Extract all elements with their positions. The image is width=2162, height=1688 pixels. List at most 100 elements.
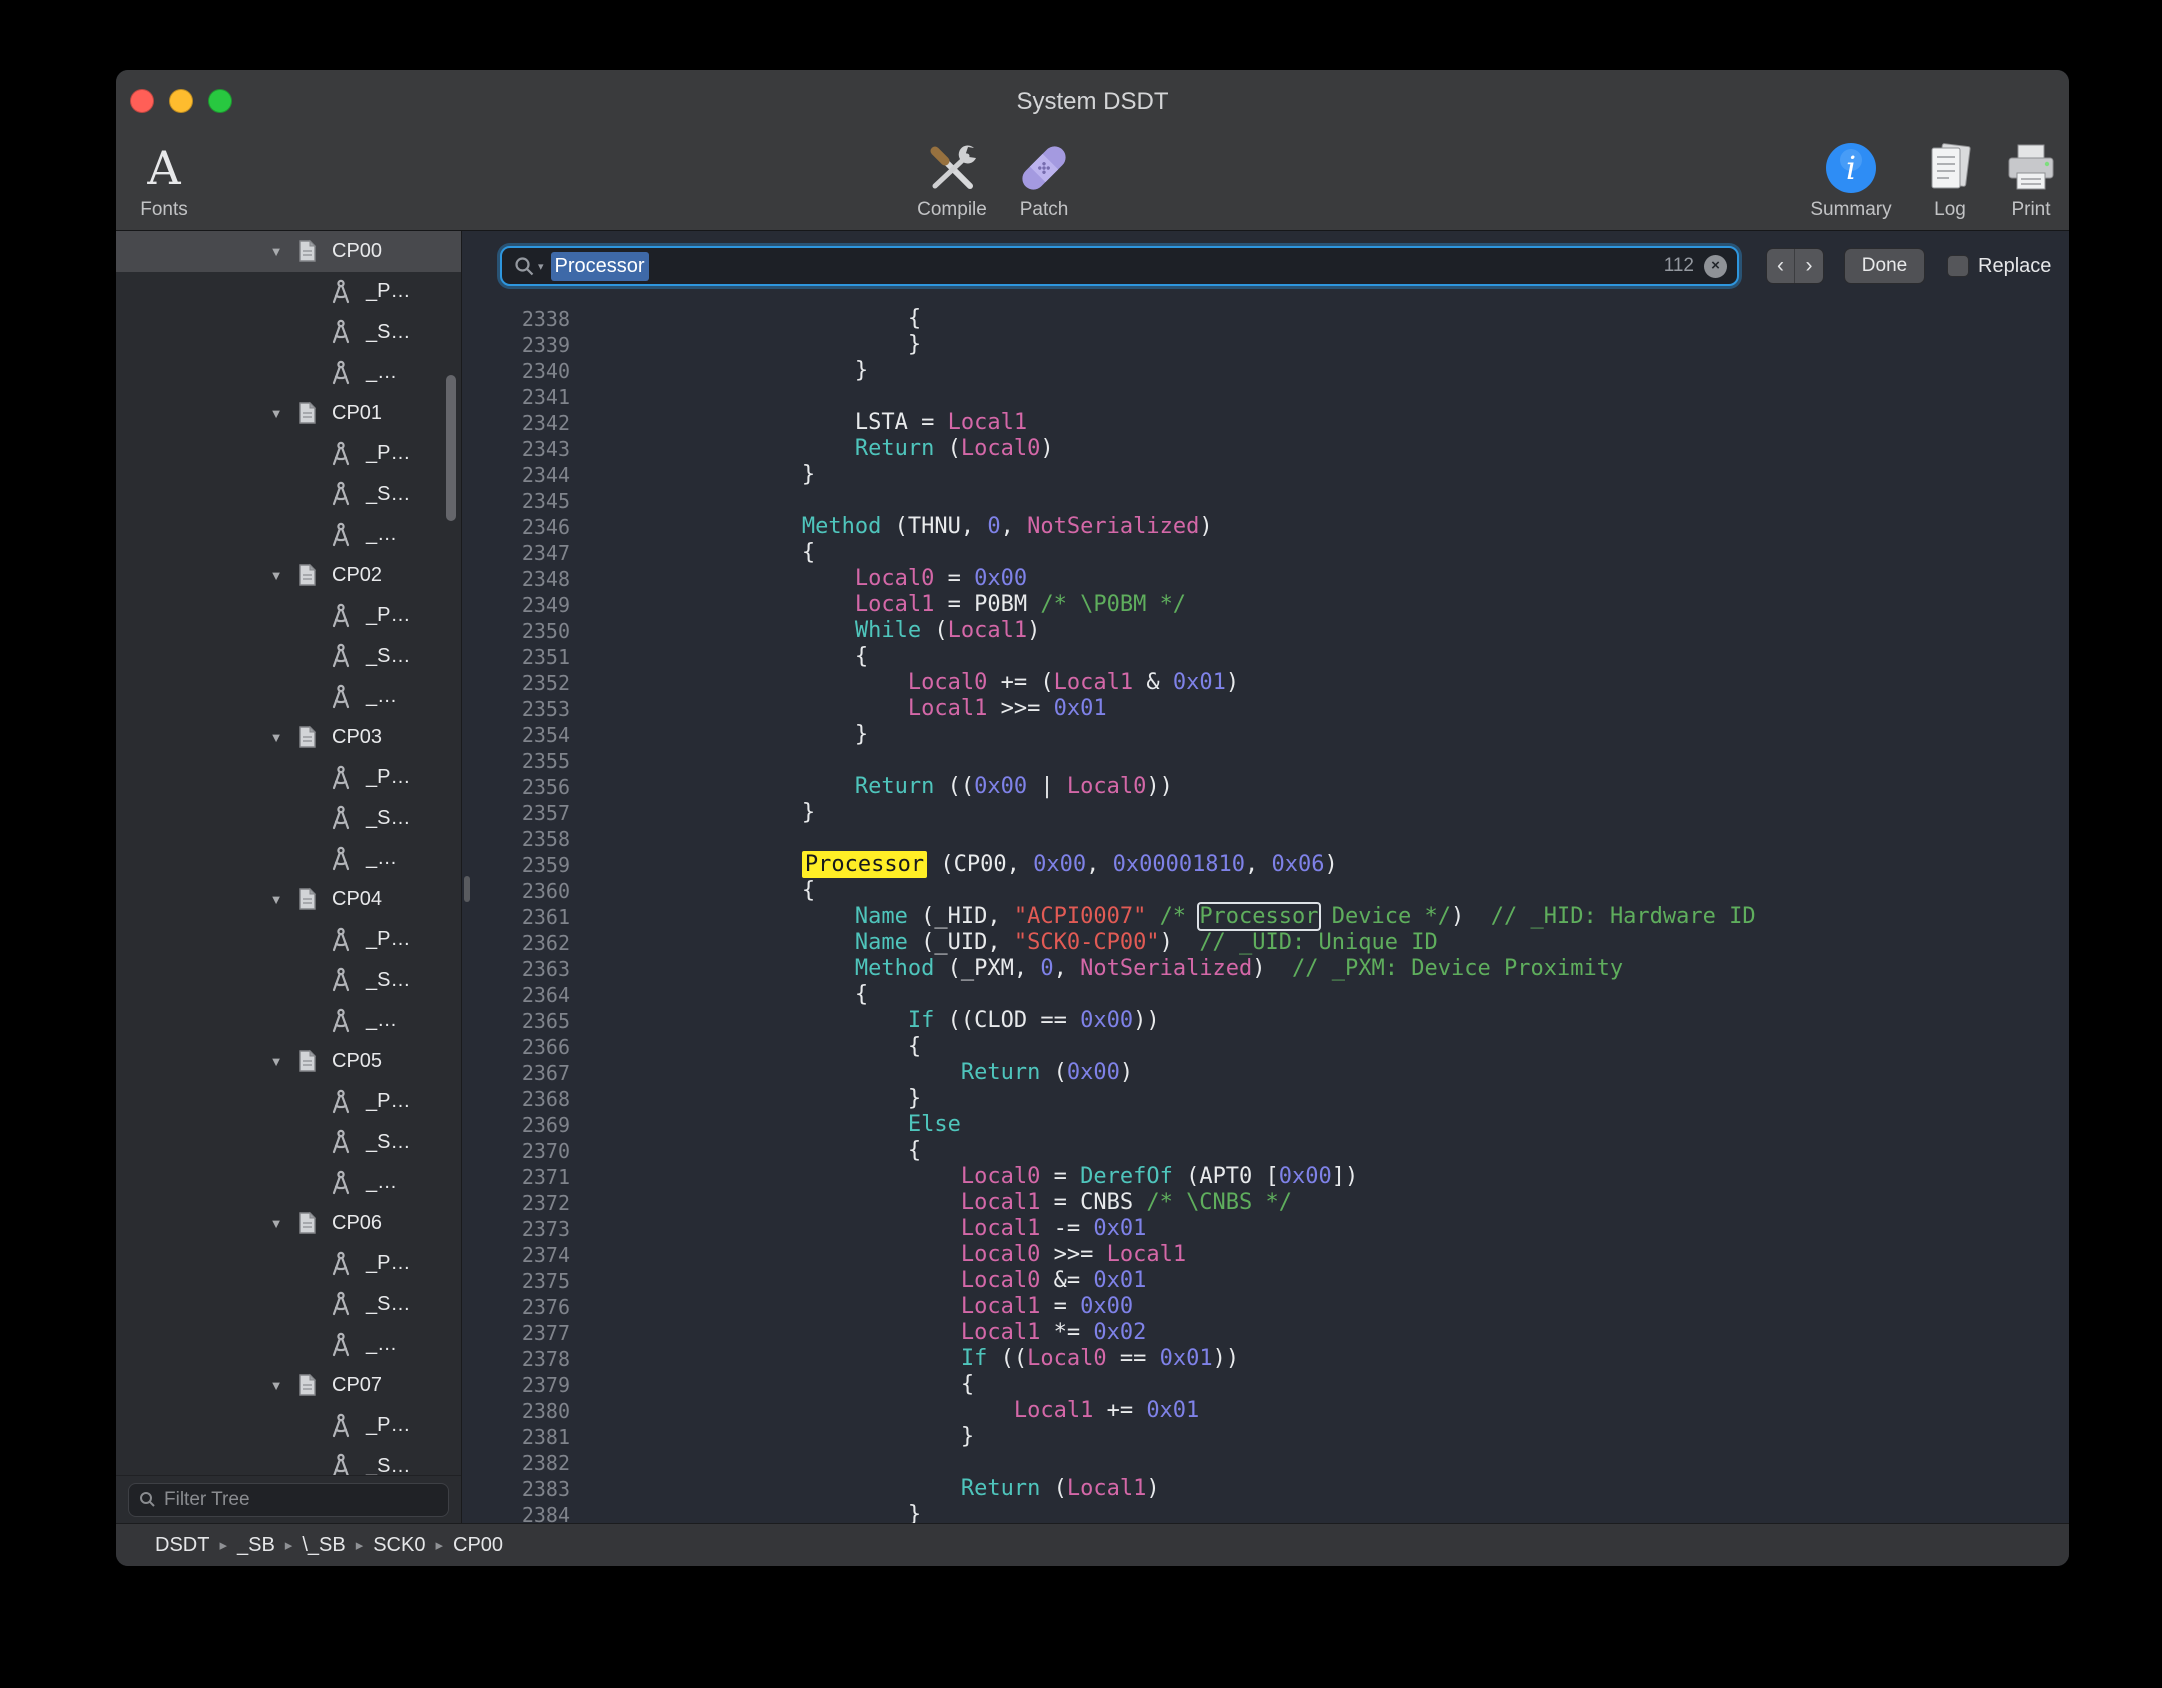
tree-item-cp02[interactable]: ▼ CP02 [116,555,461,596]
code-line: } [590,332,2069,358]
scope-icon [294,400,320,426]
tree-item[interactable]: _… [116,1001,461,1042]
tree-item[interactable]: _… [116,839,461,880]
code-line: Return ((0x00 | Local0)) [590,774,2069,800]
tree-item[interactable]: _S… [116,960,461,1001]
tree-item-label: _P… [366,1090,410,1113]
toolbar: A Fonts Compile [116,133,2069,231]
code-line: Local0 += (Local1 & 0x01) [590,670,2069,696]
tree-item[interactable]: _P… [116,434,461,475]
splitter-handle[interactable] [464,876,470,902]
find-next-button[interactable]: › [1795,249,1823,283]
tree-item-label: _S… [366,1131,410,1154]
compile-button[interactable]: Compile [904,137,1000,227]
scope-icon [294,1372,320,1398]
method-icon [328,1170,354,1196]
summary-button[interactable]: i Summary [1803,137,1899,227]
print-button[interactable]: Print [1983,137,2069,227]
code-editor[interactable]: 2338233923402341234223432344234523462347… [462,301,2069,1523]
sidebar: ▼CP00_P…_S…_…▼CP01_P…_S…_…▼CP02_P…_S…_…▼… [116,231,462,1523]
code-line: { [590,540,2069,566]
tree-item[interactable]: _… [116,353,461,394]
breadcrumb-item[interactable]: DSDT [155,1534,209,1557]
close-button[interactable] [130,89,154,113]
line-number: 2343 [462,436,570,462]
tree-item[interactable]: _… [116,515,461,556]
tree-item[interactable]: _S… [116,474,461,515]
breadcrumb-separator-icon: ▸ [219,1536,227,1554]
tree-item-cp01[interactable]: ▼CP01 [116,393,461,434]
find-input[interactable]: ▾ Processor 112 × [500,246,1739,286]
tree-item[interactable]: _P… [116,1082,461,1123]
sidebar-scrollbar[interactable] [446,375,456,521]
tree-item[interactable]: _… [116,1325,461,1366]
find-previous-button[interactable]: ‹ [1767,249,1795,283]
search-menu-chevron-icon[interactable]: ▾ [538,260,544,273]
minimize-button[interactable] [169,89,193,113]
tree-item[interactable]: _P… [116,920,461,961]
disclosure-triangle-icon[interactable]: ▼ [264,406,288,421]
zoom-button[interactable] [208,89,232,113]
breadcrumb-item[interactable]: _SB [237,1534,275,1557]
tree-item[interactable]: _P… [116,1406,461,1447]
tree-item-cp00[interactable]: ▼CP00 [116,231,461,272]
code-line [590,1450,2069,1476]
tree-item-cp06[interactable]: ▼CP06 [116,1203,461,1244]
done-button[interactable]: Done [1844,248,1925,284]
tree-item[interactable]: _S… [116,1284,461,1325]
tree-item-label: _P… [366,1414,410,1437]
breadcrumb-item[interactable]: SCK0 [373,1534,425,1557]
line-number: 2350 [462,618,570,644]
code-line: Local1 = P0BM /* \P0BM */ [590,592,2069,618]
tree-item-cp04[interactable]: ▼CP04 [116,879,461,920]
code-line: Local1 = 0x00 [590,1294,2069,1320]
tree-item[interactable]: _… [116,677,461,718]
disclosure-triangle-icon[interactable]: ▼ [264,1054,288,1069]
line-number: 2364 [462,982,570,1008]
code-line: } [590,1086,2069,1112]
breadcrumb-item[interactable]: \_SB [302,1534,345,1557]
tree-item-cp05[interactable]: ▼CP05 [116,1041,461,1082]
breadcrumb-item[interactable]: CP00 [453,1534,503,1557]
line-number: 2369 [462,1112,570,1138]
disclosure-triangle-icon[interactable]: ▼ [264,892,288,907]
filter-placeholder: Filter Tree [164,1489,250,1511]
code-lines[interactable]: { } } LSTA = Local1 Return (Local0) } Me… [584,306,2069,1523]
tree-item[interactable]: _S… [116,636,461,677]
tree-item[interactable]: _P… [116,758,461,799]
tree-item[interactable]: _S… [116,1446,461,1475]
fonts-button[interactable]: A Fonts [116,137,212,227]
patch-button[interactable]: Patch [996,137,1092,227]
code-line: Local0 = DerefOf (APT0 [0x00]) [590,1164,2069,1190]
disclosure-triangle-icon[interactable]: ▼ [264,730,288,745]
filter-tree-input[interactable]: Filter Tree [128,1483,449,1517]
tree-item[interactable]: _… [116,1163,461,1204]
disclosure-triangle-icon[interactable]: ▼ [264,1378,288,1393]
tree-item-label: _… [366,1009,397,1032]
tree-item[interactable]: _S… [116,1122,461,1163]
method-icon [328,643,354,669]
tree-item-cp07[interactable]: ▼CP07 [116,1365,461,1406]
disclosure-triangle-icon[interactable]: ▼ [264,1216,288,1231]
tree-item-label: _P… [366,1252,410,1275]
line-number: 2365 [462,1008,570,1034]
line-number: 2361 [462,904,570,930]
code-line: Return (0x00) [590,1060,2069,1086]
tree-item-cp03[interactable]: ▼CP03 [116,717,461,758]
tree-item[interactable]: _S… [116,798,461,839]
tree-item[interactable]: _P… [116,1244,461,1285]
tree-item[interactable]: _P… [116,596,461,637]
compile-icon [922,137,982,199]
method-icon [328,279,354,305]
line-number: 2366 [462,1034,570,1060]
titlebar[interactable]: System DSDT [116,70,2069,133]
tree-item-label: CP02 [332,564,382,587]
disclosure-triangle-icon[interactable]: ▼ [264,568,288,583]
disclosure-triangle-icon[interactable]: ▼ [264,244,288,259]
tree-item[interactable]: _S… [116,312,461,353]
code-line: Method (THNU, 0, NotSerialized) [590,514,2069,540]
clear-search-icon[interactable]: × [1704,255,1727,278]
line-number: 2371 [462,1164,570,1190]
replace-checkbox[interactable] [1947,255,1969,277]
tree-item[interactable]: _P… [116,272,461,313]
